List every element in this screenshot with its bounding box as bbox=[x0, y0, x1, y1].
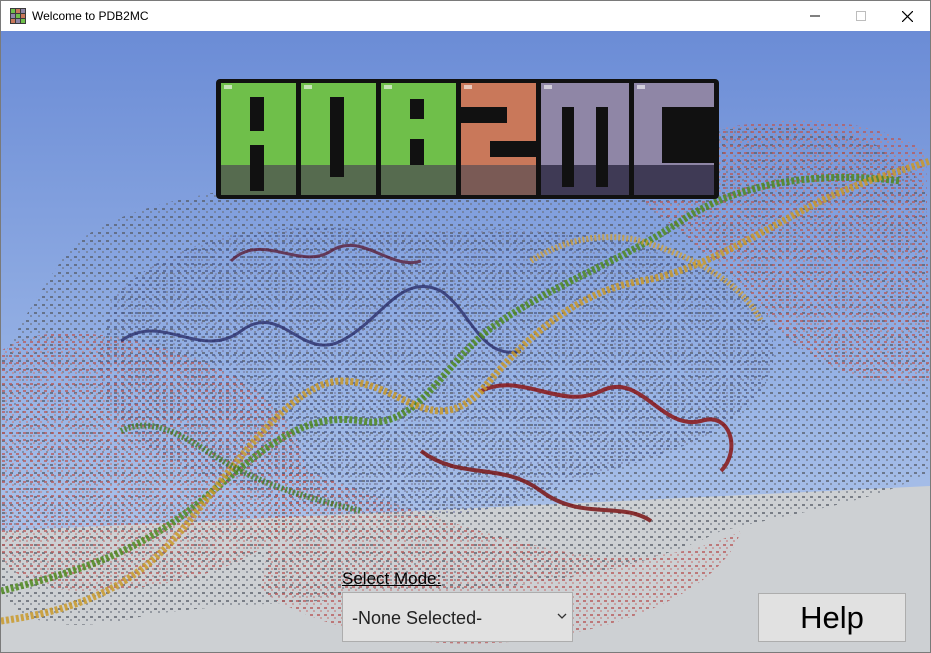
select-mode-label: Select Mode: bbox=[342, 569, 442, 588]
window-title: Welcome to PDB2MC bbox=[32, 9, 149, 23]
help-button-label: Help bbox=[800, 599, 864, 635]
mode-select-value: -None Selected- bbox=[352, 608, 483, 628]
pdb2mc-window: Welcome to PDB2MC Select Mode: -None Sel… bbox=[0, 0, 931, 653]
minimize-icon bbox=[810, 15, 820, 17]
mode-select-dropdown[interactable]: -None Selected- bbox=[342, 592, 573, 642]
help-button[interactable]: Help bbox=[758, 593, 906, 642]
maximize-button[interactable] bbox=[838, 1, 884, 31]
client-area: Select Mode: -None Selected- Help bbox=[1, 31, 930, 652]
maximize-icon bbox=[856, 11, 866, 21]
grid-app-icon bbox=[10, 8, 26, 24]
title-bar[interactable]: Welcome to PDB2MC bbox=[1, 1, 930, 31]
close-button[interactable] bbox=[884, 1, 930, 31]
minimize-button[interactable] bbox=[792, 1, 838, 31]
close-icon bbox=[901, 10, 913, 22]
pdb2mc-logo bbox=[216, 79, 719, 199]
chevron-down-icon bbox=[557, 613, 567, 619]
